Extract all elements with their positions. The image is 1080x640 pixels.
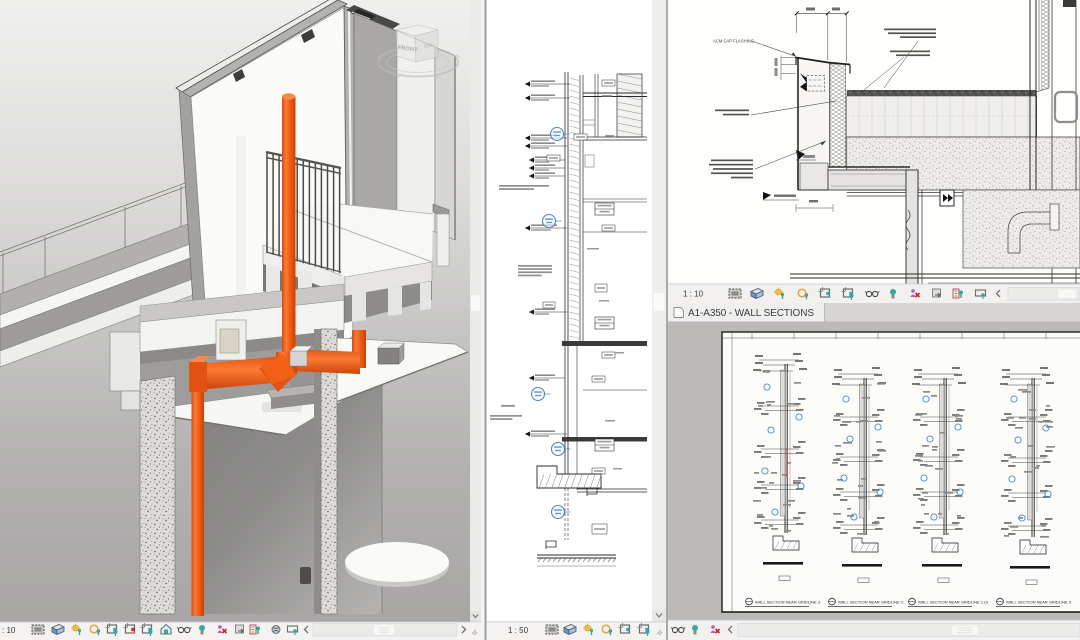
svg-text:WALL SECTION NEAR GRIDLINE 5: WALL SECTION NEAR GRIDLINE 5 [1006, 600, 1072, 605]
svg-text:WALL SECTION NEAR GRIDLINE 1 (: WALL SECTION NEAR GRIDLINE 1 (S [918, 600, 988, 605]
svg-text:1 : 10: 1 : 10 [683, 290, 704, 299]
svg-text:A1-A350 - WALL SECTIONS: A1-A350 - WALL SECTIONS [688, 308, 814, 319]
svg-text:WALL SECTION NEAR GRIDLINE 3: WALL SECTION NEAR GRIDLINE 3 [755, 600, 821, 605]
svg-text:1 : 50: 1 : 50 [508, 626, 529, 635]
svg-text:ACM CAP FLASHING: ACM CAP FLASHING [713, 39, 754, 44]
svg-text:: 10: : 10 [2, 626, 16, 635]
svg-text:WALL SECTION NEAR GRIDLINE C: WALL SECTION NEAR GRIDLINE C [838, 600, 904, 605]
